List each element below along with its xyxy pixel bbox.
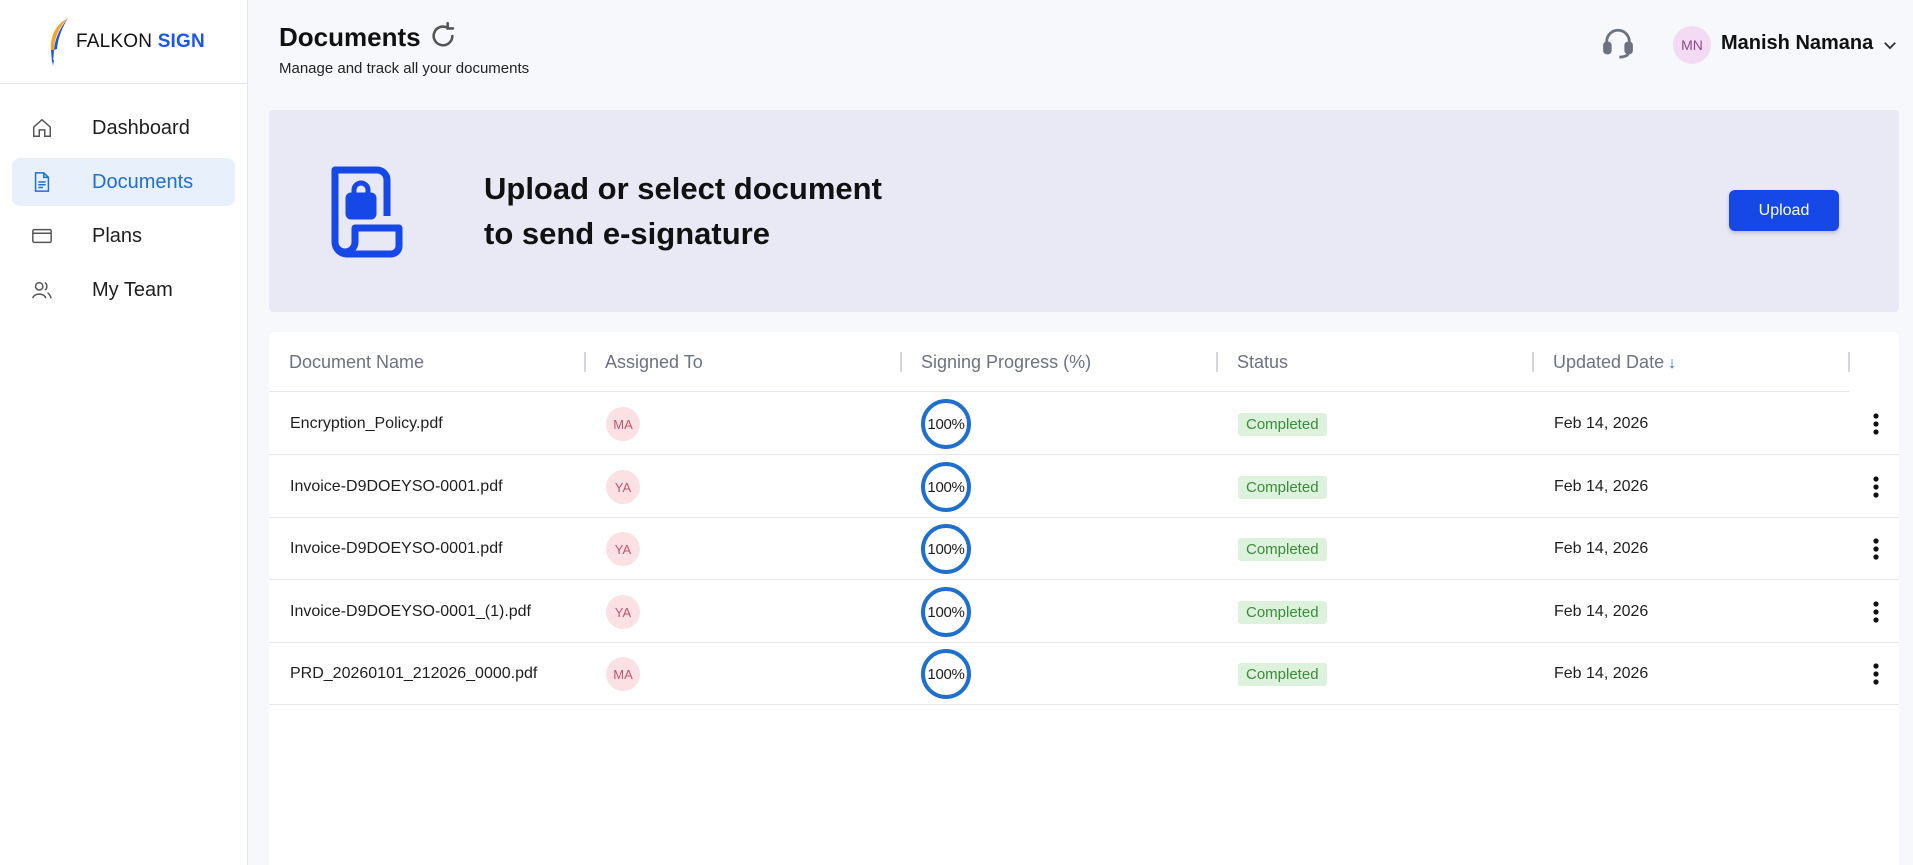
updated-date: Feb 14, 2026 [1554,540,1649,557]
more-options-icon[interactable] [1864,643,1888,705]
updated-date: Feb 14, 2026 [1554,415,1649,432]
sidebar-item-my-team[interactable]: My Team [12,266,235,314]
progress-ring: 100% [921,462,971,512]
assignee-avatar: YA [606,470,640,504]
column-signing-progress[interactable]: Signing Progress (%) [921,352,1091,373]
more-options-icon[interactable] [1864,393,1888,455]
home-icon [30,116,54,140]
column-status[interactable]: Status [1237,352,1288,373]
status-badge: Completed [1238,412,1327,436]
page-header: Documents Manage and track all your docu… [249,0,1913,94]
chevron-down-icon[interactable] [1881,36,1899,54]
refresh-icon[interactable] [429,22,457,50]
assignee-avatar: MA [606,407,640,441]
progress-ring: 100% [921,399,971,449]
sidebar-item-label: My Team [92,278,173,301]
assignee-avatar: MA [606,657,640,691]
more-options-icon[interactable] [1864,581,1888,643]
column-resizer[interactable] [584,352,586,372]
sidebar-item-label: Dashboard [92,116,190,139]
sidebar-item-documents[interactable]: Documents [12,158,235,206]
sidebar-item-label: Plans [92,224,143,247]
assignee-avatar: YA [606,532,640,566]
table-row[interactable]: Encryption_Policy.pdf MA 100% Completed … [269,393,1899,455]
column-resizer[interactable] [1216,352,1218,372]
status-badge: Completed [1238,600,1327,624]
updated-date: Feb 14, 2026 [1554,603,1649,620]
brand-logo[interactable]: FALKON SIGN [0,0,247,84]
banner-line-1: Upload or select document [484,171,882,206]
documents-table: Document Name Assigned To Signing Progre… [269,332,1899,865]
user-avatar[interactable]: MN [1673,26,1711,64]
column-resizer[interactable] [900,352,902,372]
locked-document-icon [331,166,403,258]
status-badge: Completed [1238,662,1327,686]
table-row[interactable]: Invoice-D9DOEYSO-0001.pdf YA 100% Comple… [269,518,1899,580]
upload-button[interactable]: Upload [1729,190,1839,231]
table-row[interactable]: PRD_20260101_212026_0000.pdf MA 100% Com… [269,643,1899,705]
banner-line-2: to send e-signature [484,216,770,251]
brand-name: FALKON SIGN [76,30,205,52]
page-subtitle: Manage and track all your documents [279,60,530,77]
column-document-name[interactable]: Document Name [289,352,424,373]
document-name[interactable]: Invoice-D9DOEYSO-0001.pdf [290,456,503,518]
table-row[interactable]: Invoice-D9DOEYSO-0001_(1).pdf YA 100% Co… [269,581,1899,643]
column-assigned-to[interactable]: Assigned To [605,352,703,373]
progress-ring: 100% [921,524,971,574]
table-header: Document Name Assigned To Signing Progre… [269,332,1850,392]
status-badge: Completed [1238,537,1327,561]
sidebar-item-dashboard[interactable]: Dashboard [12,104,235,152]
document-name[interactable]: Invoice-D9DOEYSO-0001.pdf [290,518,503,580]
column-resizer[interactable] [1532,352,1534,372]
sort-descending-icon[interactable]: ↓ [1668,355,1676,372]
status-badge: Completed [1238,475,1327,499]
team-icon [30,278,54,302]
table-row[interactable]: Invoice-D9DOEYSO-0001.pdf YA 100% Comple… [269,456,1899,518]
column-resizer[interactable] [1848,352,1850,372]
banner-message: Upload or select document to send e-sign… [484,166,904,256]
user-name[interactable]: Manish Namana [1721,32,1873,55]
more-options-icon[interactable] [1864,518,1888,580]
column-updated-date[interactable]: Updated Date ↓ [1553,352,1676,373]
page-title: Documents [279,22,421,52]
updated-date: Feb 14, 2026 [1554,665,1649,682]
document-name[interactable]: Encryption_Policy.pdf [290,393,443,455]
updated-date: Feb 14, 2026 [1554,478,1649,495]
quill-logo-icon [50,17,69,66]
sidebar: FALKON SIGN Dashboard Documents Plans My… [0,0,248,865]
document-name[interactable]: PRD_20260101_212026_0000.pdf [290,643,537,705]
card-icon [30,224,54,248]
document-icon [30,170,54,194]
sidebar-item-plans[interactable]: Plans [12,212,235,260]
headset-icon[interactable] [1601,26,1635,60]
sidebar-nav: Dashboard Documents Plans My Team [0,84,247,314]
document-name[interactable]: Invoice-D9DOEYSO-0001_(1).pdf [290,581,531,643]
upload-banner: Upload or select document to send e-sign… [269,110,1899,312]
sidebar-item-label: Documents [92,170,194,193]
more-options-icon[interactable] [1864,456,1888,518]
assignee-avatar: YA [606,595,640,629]
progress-ring: 100% [921,649,971,699]
progress-ring: 100% [921,587,971,637]
